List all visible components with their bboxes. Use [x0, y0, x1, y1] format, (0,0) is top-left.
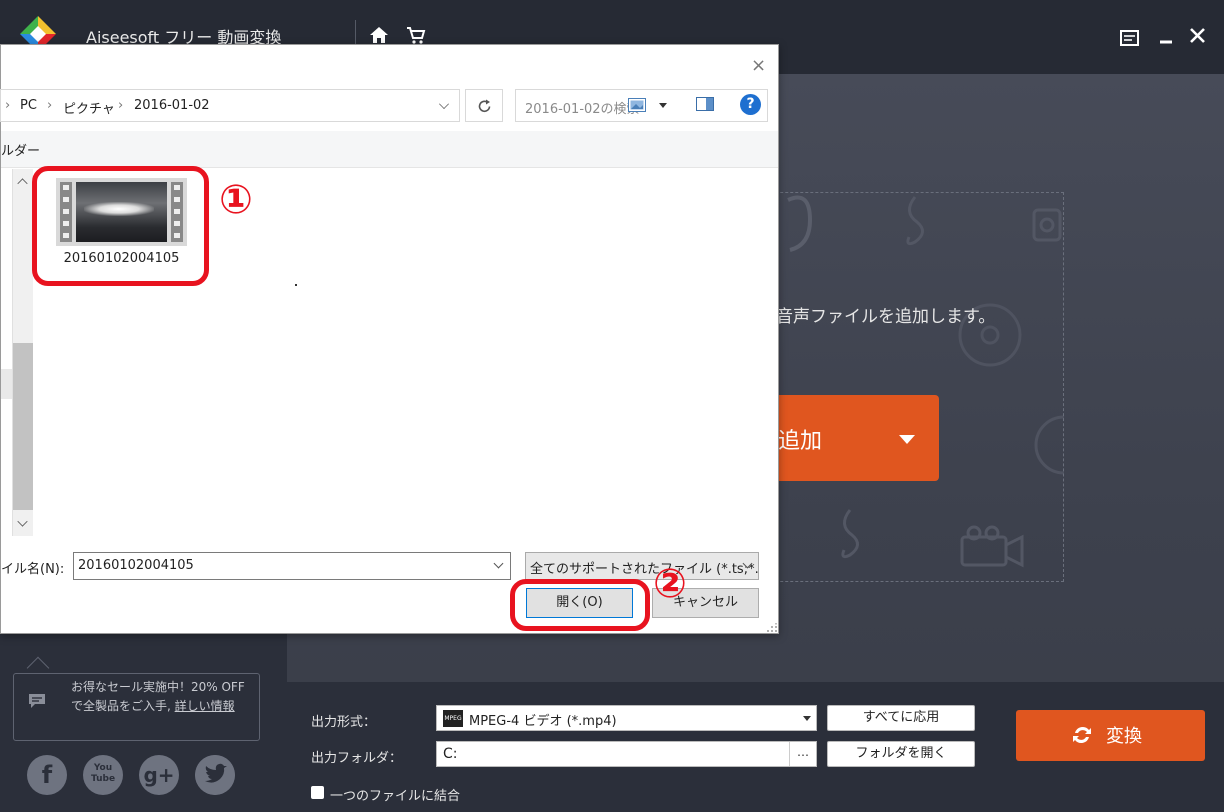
mpeg-format-icon: MPEG [443, 710, 463, 727]
filename-label: イル名(N): [1, 562, 65, 577]
address-bar[interactable]: › PC › ピクチャ › 2016-01-02 [0, 89, 460, 122]
cart-icon[interactable] [405, 24, 427, 46]
chevron-right-icon: › [5, 98, 11, 113]
chevron-down-icon[interactable] [493, 558, 504, 569]
file-type-filter[interactable]: 全てのサポートされたファイル (*.ts;*.m [525, 552, 759, 580]
view-options-caret-icon[interactable] [659, 103, 667, 108]
stray-dot [295, 284, 297, 286]
output-format-label: 出力形式： [311, 715, 377, 730]
apply-all-button[interactable]: すべてに応用 [827, 705, 975, 731]
close-icon[interactable] [1187, 25, 1209, 47]
merge-label: 一つのファイルに結合 [330, 789, 461, 804]
output-folder-value: C: [443, 746, 458, 762]
search-placeholder: 2016-01-02の検索 [525, 102, 640, 117]
chat-icon [29, 694, 45, 708]
breadcrumb-item[interactable]: ピクチャ [63, 98, 115, 117]
feedback-icon[interactable] [1119, 28, 1141, 50]
browse-button[interactable]: … [789, 742, 816, 766]
output-folder-field[interactable]: C: … [436, 741, 817, 767]
filename-input[interactable]: 20160102004105 [73, 552, 511, 580]
view-mode-icon[interactable] [628, 98, 646, 112]
highlight-box-2 [510, 579, 650, 631]
add-file-label: 追加 [778, 429, 823, 454]
refresh-button[interactable] [465, 89, 503, 122]
dialog-close-icon[interactable]: × [751, 55, 766, 76]
filename-value: 20160102004105 [78, 558, 194, 573]
step-marker-1: ① [219, 177, 253, 223]
resize-grip-icon[interactable] [766, 623, 778, 633]
scroll-thumb[interactable] [13, 343, 33, 510]
promo-link[interactable]: 詳しい情報 [175, 699, 235, 713]
scroll-up-icon[interactable] [17, 178, 28, 189]
new-folder-label[interactable]: ルダー [1, 140, 40, 159]
dropzone-hint: 音声ファイルを追加します。 [776, 307, 996, 327]
googleplus-icon[interactable]: g+ [139, 755, 179, 795]
refresh-icon [478, 99, 491, 113]
nav-pane-item[interactable] [1, 369, 12, 399]
breadcrumb-item[interactable]: PC [20, 98, 37, 113]
step-marker-2: ② [653, 561, 687, 607]
breadcrumb-item[interactable]: 2016-01-02 [134, 98, 210, 113]
chevron-right-icon: › [118, 98, 124, 113]
file-type-filter-value: 全てのサポートされたファイル (*.ts;*.m [530, 562, 759, 577]
scroll-down-icon[interactable] [17, 516, 28, 527]
preview-pane-icon[interactable] [696, 97, 714, 111]
file-open-dialog: × › PC › ピクチャ › 2016-01-02 2016-01-02の検索… [0, 44, 779, 634]
open-folder-button[interactable]: フォルダを開く [827, 741, 975, 767]
nav-pane-scrollbar[interactable] [12, 169, 33, 536]
highlight-box-1 [32, 166, 209, 286]
convert-icon [1073, 726, 1091, 744]
chevron-right-icon: › [47, 98, 53, 113]
output-format-select[interactable]: MPEG MPEG-4 ビデオ (*.mp4) [436, 705, 817, 731]
home-icon[interactable] [368, 24, 390, 46]
facebook-icon[interactable]: f [27, 755, 67, 795]
output-folder-label: 出力フォルダ： [311, 751, 403, 766]
select-arrow-icon [803, 716, 811, 721]
merge-checkbox[interactable] [311, 786, 324, 799]
minimize-icon[interactable] [1156, 28, 1178, 50]
output-format-value: MPEG-4 ビデオ (*.mp4) [469, 714, 617, 729]
dialog-toolbar: ルダー [1, 131, 778, 168]
help-icon[interactable]: ? [740, 94, 761, 115]
dropdown-caret-icon[interactable] [899, 435, 915, 444]
convert-label: 変換 [1106, 726, 1142, 747]
youtube-icon[interactable]: You Tube [83, 755, 123, 795]
promo-text: お得なセール実施中！20% OFFで全製品をご入手, 詳しい情報 [71, 678, 251, 716]
twitter-icon[interactable] [195, 755, 235, 795]
convert-button[interactable]: 変換 [1016, 710, 1205, 761]
